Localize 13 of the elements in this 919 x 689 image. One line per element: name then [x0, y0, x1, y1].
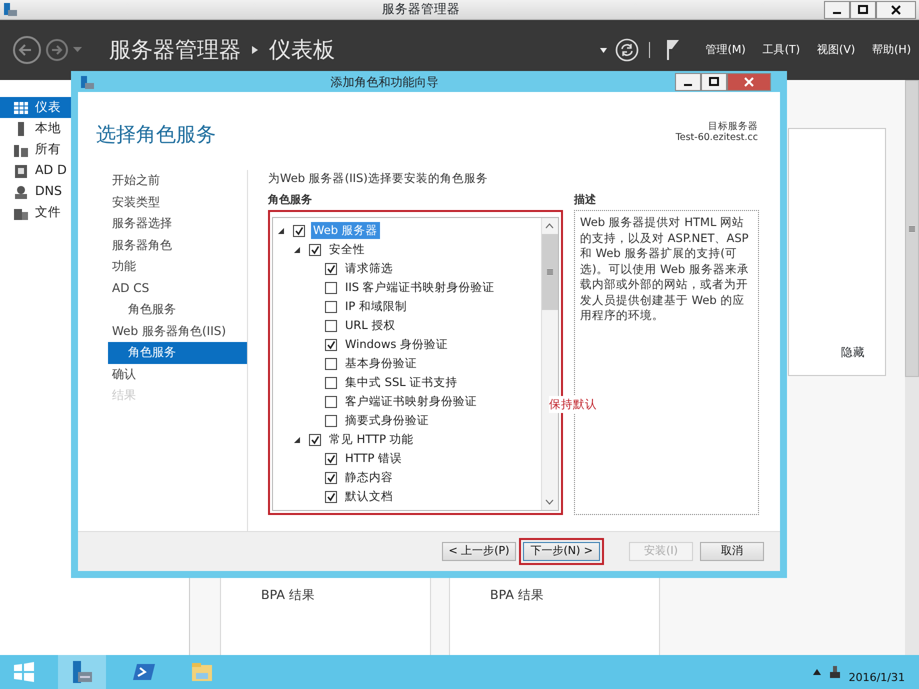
target-server: Test-60.ezitest.cc — [676, 132, 758, 143]
section-heading: 描述 — [574, 192, 597, 208]
annotation-text: 保持默认 — [549, 396, 597, 414]
section-heading: 角色服务 — [268, 192, 313, 208]
target-label: 目标服务器 — [708, 121, 758, 132]
window-title: 服务器管理器 — [381, 0, 461, 18]
dialog-title: 添加角色和功能向导 — [330, 74, 440, 90]
clock-date: 2016/1/31 — [848, 670, 905, 686]
breadcrumb-item: 仪表板 — [269, 36, 335, 64]
tile-label: BPA 结果 — [490, 586, 545, 604]
page-heading: 选择角色服务 — [95, 121, 216, 148]
tile-label: BPA 结果 — [261, 586, 316, 604]
instruction-text: 为Web 服务器(IIS)选择要安装的角色服务 — [268, 170, 489, 187]
